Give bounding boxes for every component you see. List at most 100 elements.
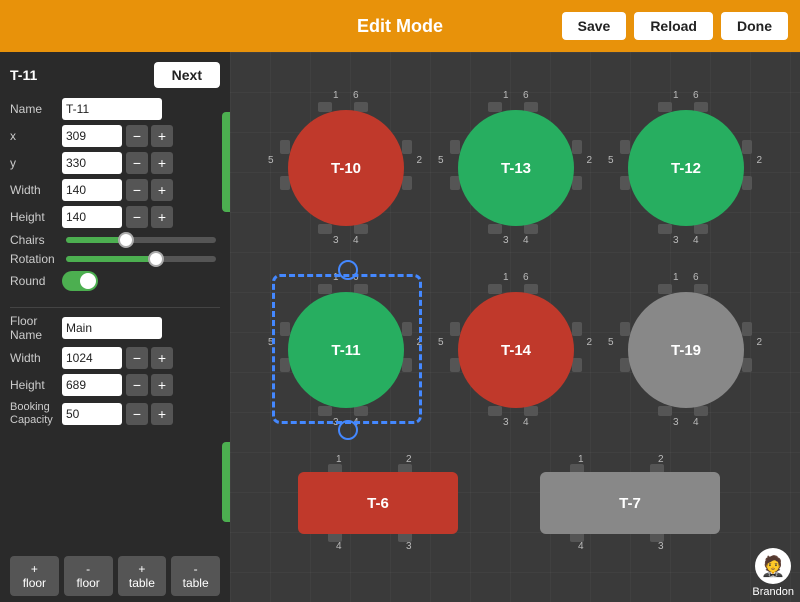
- booking-increment[interactable]: +: [151, 403, 173, 425]
- remove-table-button[interactable]: - table: [171, 556, 220, 596]
- resize-handle-top[interactable]: [338, 260, 358, 280]
- name-input[interactable]: [62, 98, 162, 120]
- left-panel: T-11 Next Name x − + y − +: [0, 52, 230, 602]
- x-decrement[interactable]: −: [126, 125, 148, 147]
- chair-num: 2: [658, 454, 664, 465]
- chair: [354, 406, 368, 416]
- chair-num: 5: [438, 155, 444, 166]
- width-row: Width − +: [10, 179, 220, 201]
- rotation-thumb[interactable]: [148, 251, 164, 267]
- y-steppers: − +: [126, 152, 173, 174]
- header-buttons: Save Reload Done: [562, 12, 788, 40]
- chair: [488, 224, 502, 234]
- chair: [488, 406, 502, 416]
- chairs-thumb[interactable]: [118, 232, 134, 248]
- rotation-label: Rotation: [10, 252, 62, 266]
- height-decrement[interactable]: −: [126, 206, 148, 228]
- header-title: Edit Mode: [357, 16, 443, 37]
- chair-num: 2: [416, 337, 422, 348]
- width-decrement[interactable]: −: [126, 179, 148, 201]
- header: Edit Mode Save Reload Done: [0, 0, 800, 52]
- chair: [402, 322, 412, 336]
- chair: [318, 406, 332, 416]
- add-floor-button[interactable]: + floor: [10, 556, 59, 596]
- floor-height-input[interactable]: [62, 374, 122, 396]
- table-t11[interactable]: T-11: [288, 292, 404, 408]
- round-row: Round: [10, 271, 220, 291]
- table-t12-container: 1 6 3 4 5 2 T-12: [628, 110, 744, 226]
- chair-num: 6: [693, 272, 699, 283]
- chair-num: 6: [523, 90, 529, 101]
- table-id-label: T-11: [10, 67, 37, 83]
- reload-button[interactable]: Reload: [634, 12, 713, 40]
- floor-name-input[interactable]: [62, 317, 162, 339]
- floor-buttons: + floor - floor + table - table: [10, 548, 220, 596]
- floor-width-increment[interactable]: +: [151, 347, 173, 369]
- canvas-area[interactable]: 1 6 3 4 5 2 T-10 1 6 3 4 5 2 T-13: [230, 52, 800, 602]
- chair: [524, 406, 538, 416]
- chair: [318, 102, 332, 112]
- top-row: T-11 Next: [10, 62, 220, 88]
- table-t11-container: 1 6 3 4 5 2 T-11: [288, 292, 404, 408]
- booking-steppers: − +: [126, 403, 173, 425]
- y-increment[interactable]: +: [151, 152, 173, 174]
- round-toggle[interactable]: [62, 271, 98, 291]
- y-row: y − +: [10, 152, 220, 174]
- table-t6[interactable]: T-6: [298, 472, 458, 534]
- done-button[interactable]: Done: [721, 12, 788, 40]
- chair: [572, 358, 582, 372]
- save-button[interactable]: Save: [562, 12, 627, 40]
- chair-num: 2: [756, 155, 762, 166]
- chair-num: 2: [416, 155, 422, 166]
- chair: [658, 102, 672, 112]
- chair-num: 5: [438, 337, 444, 348]
- height-steppers: − +: [126, 206, 173, 228]
- y-input[interactable]: [62, 152, 122, 174]
- width-input[interactable]: [62, 179, 122, 201]
- chair-num: 4: [578, 541, 584, 552]
- table-t7[interactable]: T-7: [540, 472, 720, 534]
- chairs-slider-track[interactable]: [66, 237, 216, 243]
- chair-num: 5: [608, 155, 614, 166]
- width-increment[interactable]: +: [151, 179, 173, 201]
- x-increment[interactable]: +: [151, 125, 173, 147]
- table-t14[interactable]: T-14: [458, 292, 574, 408]
- chair: [318, 284, 332, 294]
- height-input[interactable]: [62, 206, 122, 228]
- chair: [318, 224, 332, 234]
- chair-num: 2: [406, 454, 412, 465]
- x-input[interactable]: [62, 125, 122, 147]
- chair-num: 1: [673, 272, 679, 283]
- rotation-slider-track[interactable]: [66, 256, 216, 262]
- chair-num: 3: [673, 235, 679, 246]
- floor-height-increment[interactable]: +: [151, 374, 173, 396]
- y-decrement[interactable]: −: [126, 152, 148, 174]
- add-table-button[interactable]: + table: [118, 556, 167, 596]
- booking-decrement[interactable]: −: [126, 403, 148, 425]
- resize-handle-bottom[interactable]: [338, 420, 358, 440]
- chair: [572, 176, 582, 190]
- remove-floor-button[interactable]: - floor: [64, 556, 113, 596]
- chair-num: 2: [756, 337, 762, 348]
- chair-num: 6: [353, 90, 359, 101]
- height-increment[interactable]: +: [151, 206, 173, 228]
- chair-num: 6: [693, 90, 699, 101]
- floor-width-input[interactable]: [62, 347, 122, 369]
- table-t13[interactable]: T-13: [458, 110, 574, 226]
- name-label: Name: [10, 102, 62, 116]
- chair: [572, 140, 582, 154]
- chair-num: 2: [586, 337, 592, 348]
- chair-num: 5: [268, 337, 274, 348]
- chair: [658, 224, 672, 234]
- table-t19[interactable]: T-19: [628, 292, 744, 408]
- chair-num: 4: [693, 417, 699, 428]
- chair-num: 1: [673, 90, 679, 101]
- booking-input[interactable]: [62, 403, 122, 425]
- next-button[interactable]: Next: [154, 62, 220, 88]
- table-t12[interactable]: T-12: [628, 110, 744, 226]
- floor-height-decrement[interactable]: −: [126, 374, 148, 396]
- brandon-avatar[interactable]: 🤵 Brandon: [752, 548, 794, 598]
- chair-num: 4: [353, 235, 359, 246]
- table-t10[interactable]: T-10: [288, 110, 404, 226]
- floor-width-decrement[interactable]: −: [126, 347, 148, 369]
